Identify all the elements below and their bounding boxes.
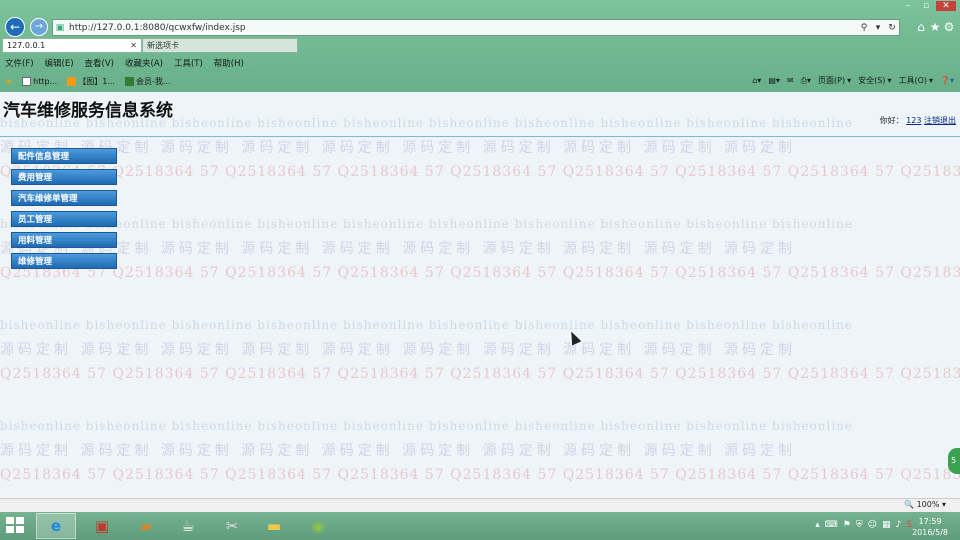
java-taskbar-icon[interactable]: ☕ xyxy=(168,513,208,539)
url-text[interactable]: http://127.0.0.1:8080/qcwxfw/index.jsp xyxy=(69,23,857,33)
menu-tools[interactable]: 工具(T) xyxy=(174,57,203,69)
tools-taskbar-icon[interactable]: ✂ xyxy=(212,513,252,539)
feeds-icon[interactable]: ▤▾ xyxy=(768,76,780,85)
shield-icon[interactable]: ⛨ xyxy=(856,520,863,530)
safety-menu[interactable]: 安全(S) ▾ xyxy=(858,75,891,86)
keyboard-icon[interactable]: ⌨ xyxy=(825,520,838,530)
menu-repairs[interactable]: 维修管理 xyxy=(11,253,117,269)
status-bar: 🔍 100% ▾ xyxy=(0,498,960,512)
menu-employees[interactable]: 员工管理 xyxy=(11,211,117,227)
favorite-item[interactable]: 【图】1... xyxy=(67,76,115,87)
floating-widget-icon[interactable]: 5 xyxy=(948,448,960,474)
back-button[interactable]: ← xyxy=(5,17,25,37)
tab-current[interactable]: 127.0.0.1 ✕ xyxy=(2,38,142,53)
settings-gear-icon[interactable]: ⚙ xyxy=(942,20,956,34)
page-icon xyxy=(124,77,134,86)
menu-repair-orders[interactable]: 汽车维修单管理 xyxy=(11,190,117,206)
menu-view[interactable]: 查看(V) xyxy=(85,57,114,69)
watermark-text: Q2518364 57 Q2518364 57 Q2518364 57 Q251… xyxy=(0,467,960,483)
search-icon[interactable]: ⚲ xyxy=(857,23,871,33)
watermark-text: 源码定制 源码定制 源码定制 源码定制 源码定制 源码定制 源码定制 源码定制 … xyxy=(0,443,797,459)
clock-date: 2016/5/8 xyxy=(912,528,948,537)
clock-time: 17:59 xyxy=(918,517,942,526)
tab-label: 127.0.0.1 xyxy=(7,41,46,50)
favorites-star-icon[interactable]: ★ xyxy=(5,77,12,86)
clock[interactable]: 17:59 2016/5/8 xyxy=(912,516,948,538)
page-menu[interactable]: 页面(P) ▾ xyxy=(818,75,851,86)
app-taskbar-icon[interactable]: ▣ xyxy=(82,513,122,539)
help-icon[interactable]: ❓▾ xyxy=(940,76,954,85)
taobao-icon xyxy=(67,77,77,86)
book-taskbar-icon[interactable]: ▰ xyxy=(126,513,166,539)
watermark-text: bisheonline bisheonline bisheonline bish… xyxy=(0,318,853,332)
home-icon[interactable]: ⌂ xyxy=(914,20,928,34)
dropdown-icon[interactable]: ▾ xyxy=(871,23,885,33)
page-icon xyxy=(22,77,32,86)
print-icon[interactable]: ⎙▾ xyxy=(801,76,811,86)
browser-chrome: – ▫ ✕ ← → ▣ http://127.0.0.1:8080/qcwxfw… xyxy=(0,0,960,92)
tray-expand-icon[interactable]: ▴ xyxy=(815,520,820,530)
tab-label: 新选项卡 xyxy=(147,41,179,50)
watermark-text: Q2518364 57 Q2518364 57 Q2518364 57 Q251… xyxy=(0,164,960,180)
minimize-icon[interactable]: – xyxy=(900,1,916,11)
window-controls: – ▫ ✕ xyxy=(900,1,956,11)
watermark-text: bisheonline bisheonline bisheonline bish… xyxy=(0,217,853,231)
volume-icon[interactable]: ♪ xyxy=(896,520,902,530)
watermark-text: 源码定制 源码定制 源码定制 源码定制 源码定制 源码定制 源码定制 源码定制 … xyxy=(0,342,797,358)
close-window-icon[interactable]: ✕ xyxy=(936,1,956,11)
menu-materials[interactable]: 用料管理 xyxy=(11,232,117,248)
page-icon: ▣ xyxy=(55,22,65,33)
side-menu: 配件信息管理 费用管理 汽车维修单管理 员工管理 用料管理 维修管理 xyxy=(11,148,117,269)
tab-strip: 127.0.0.1 ✕ 新选项卡 xyxy=(2,38,298,53)
watermark-text: 源码定制 源码定制 源码定制 源码定制 源码定制 源码定制 源码定制 源码定制 … xyxy=(0,140,797,156)
menu-favorites[interactable]: 收藏夹(A) xyxy=(125,57,163,69)
favorite-item[interactable]: 会员-我... xyxy=(124,76,170,87)
restore-icon[interactable]: ▫ xyxy=(918,1,934,11)
address-bar[interactable]: ▣ http://127.0.0.1:8080/qcwxfw/index.jsp… xyxy=(52,19,900,36)
header-divider xyxy=(0,136,960,137)
folder-taskbar-icon[interactable]: ▬ xyxy=(254,513,294,539)
system-tray: ▴ ⌨ ⚑ ⛨ ☺ ▦ ♪ S xyxy=(815,520,912,530)
browser-taskbar-icon[interactable]: ◉ xyxy=(298,513,338,539)
zoom-icon: 🔍 xyxy=(904,500,915,509)
tab-new[interactable]: 新选项卡 xyxy=(142,38,298,53)
menu-fees[interactable]: 费用管理 xyxy=(11,169,117,185)
username-link[interactable]: 123 xyxy=(906,116,921,125)
page-content: bisheonline bisheonline bisheonline bish… xyxy=(0,92,960,498)
user-icon[interactable]: ☺ xyxy=(868,520,877,530)
ie-taskbar-icon[interactable]: e xyxy=(36,513,76,539)
menu-file[interactable]: 文件(F) xyxy=(5,57,34,69)
watermark-text: Q2518364 57 Q2518364 57 Q2518364 57 Q251… xyxy=(0,366,960,382)
mail-icon[interactable]: ✉ xyxy=(787,76,794,85)
watermark-text: Q2518364 57 Q2518364 57 Q2518364 57 Q251… xyxy=(0,265,960,281)
flag-icon[interactable]: ⚑ xyxy=(843,520,851,530)
favorite-item[interactable]: http... xyxy=(22,77,57,86)
start-button[interactable] xyxy=(6,517,26,535)
page-title: 汽车维修服务信息系统 xyxy=(3,101,173,121)
command-bar: ⌂▾ ▤▾ ✉ ⎙▾ 页面(P) ▾ 安全(S) ▾ 工具(O) ▾ ❓▾ xyxy=(752,75,954,86)
tab-close-icon[interactable]: ✕ xyxy=(130,41,137,50)
watermark-layer: bisheonline bisheonline bisheonline bish… xyxy=(0,92,960,498)
menu-parts-info[interactable]: 配件信息管理 xyxy=(11,148,117,164)
zoom-level[interactable]: 🔍 100% ▾ xyxy=(904,500,946,509)
home-icon[interactable]: ⌂▾ xyxy=(752,76,761,85)
watermark-text: bisheonline bisheonline bisheonline bish… xyxy=(0,419,853,433)
tools-menu[interactable]: 工具(O) ▾ xyxy=(898,75,933,86)
refresh-icon[interactable]: ↻ xyxy=(885,23,899,33)
menu-bar: 文件(F) 编辑(E) 查看(V) 收藏夹(A) 工具(T) 帮助(H) xyxy=(5,57,244,69)
favorites-star-icon[interactable]: ★ xyxy=(928,20,942,34)
favorites-bar: ★ http... 【图】1... 会员-我... xyxy=(5,76,170,87)
welcome-prefix: 你好： xyxy=(879,116,904,125)
mouse-cursor-icon xyxy=(566,329,582,346)
menu-help[interactable]: 帮助(H) xyxy=(214,57,244,69)
forward-button[interactable]: → xyxy=(30,18,48,36)
menu-edit[interactable]: 编辑(E) xyxy=(45,57,74,69)
welcome-text: 你好： 123 注销退出 xyxy=(880,115,956,126)
network-icon[interactable]: ▦ xyxy=(882,520,891,530)
taskbar: e ▣ ▰ ☕ ✂ ▬ ◉ ▴ ⌨ ⚑ ⛨ ☺ ▦ ♪ S 17:59 2016… xyxy=(0,512,960,540)
watermark-text: 源码定制 源码定制 源码定制 源码定制 源码定制 源码定制 源码定制 源码定制 … xyxy=(0,241,797,257)
logout-link[interactable]: 注销退出 xyxy=(924,116,956,125)
